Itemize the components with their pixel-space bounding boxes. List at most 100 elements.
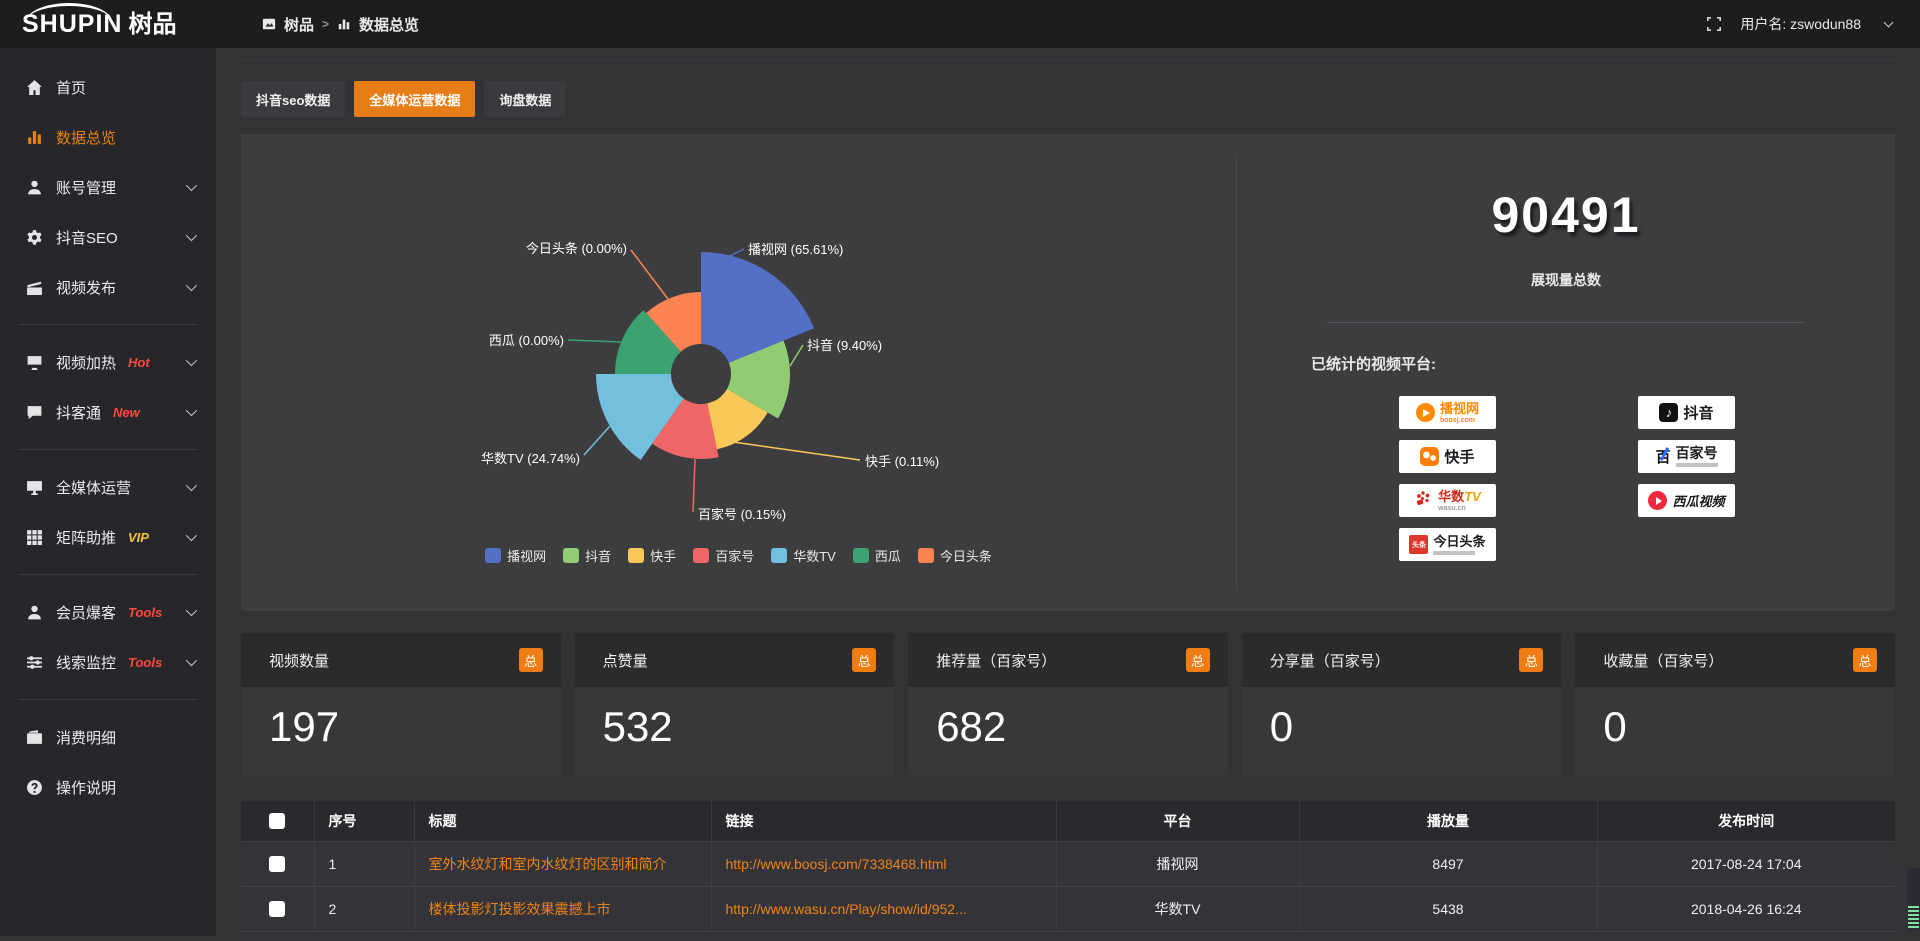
cell-plays: 8497 <box>1299 841 1597 886</box>
legend-swatch <box>853 548 869 563</box>
chevron-down-icon <box>186 355 197 366</box>
platform-name: 华数 <box>1438 490 1464 503</box>
total-badge[interactable]: 总 <box>852 648 876 672</box>
sidebar-item-label: 账号管理 <box>56 177 116 198</box>
tab-douyin-seo-data[interactable]: 抖音seo数据 <box>241 81 345 117</box>
chevron-down-icon <box>186 530 197 541</box>
legend-label: 抖音 <box>585 546 611 565</box>
sidebar: 首页 数据总览 账号管理 抖音SEO 视频发布 视频加热 Hot 抖客通 New… <box>0 48 216 936</box>
row-checkbox[interactable] <box>269 856 285 872</box>
sidebar-item-help[interactable]: 操作说明 <box>0 762 216 812</box>
sidebar-item-video-publish[interactable]: 视频发布 <box>0 262 216 312</box>
sidebar-item-label: 操作说明 <box>56 777 116 798</box>
cell-url-link[interactable]: http://www.wasu.cn/Play/show/id/952... <box>726 901 1042 917</box>
svg-text:抖音 (9.40%): 抖音 (9.40%) <box>807 338 882 353</box>
breadcrumb-root[interactable]: 树品 <box>284 14 314 35</box>
chevron-down-icon <box>186 180 197 191</box>
legend-item[interactable]: 抖音 <box>563 546 611 565</box>
fullscreen-icon[interactable] <box>1706 16 1722 32</box>
legend-swatch <box>771 548 787 563</box>
sidebar-item-consumption[interactable]: 消费明细 <box>0 712 216 762</box>
platform-name-tv: TV <box>1464 490 1481 503</box>
sidebar-item-label: 数据总览 <box>56 127 116 148</box>
sidebar-item-label: 全媒体运营 <box>56 477 131 498</box>
total-badge[interactable]: 总 <box>1853 648 1877 672</box>
legend-item[interactable]: 快手 <box>628 546 676 565</box>
sidebar-item-label: 抖客通 <box>56 402 101 423</box>
card-value: 682 <box>908 687 1228 751</box>
select-all-checkbox[interactable] <box>269 813 285 829</box>
legend-label: 播视网 <box>507 546 546 565</box>
platform-subtext-bar <box>1676 463 1718 467</box>
tab-inquiry-data[interactable]: 询盘数据 <box>484 81 566 117</box>
platform-badges: 播视网boosj.com 快手 华数TV wasu.cn 头条 今日头条 <box>1399 396 1895 561</box>
table-row: 2 楼体投影灯投影效果震撼上市 http://www.wasu.cn/Play/… <box>241 886 1895 931</box>
sidebar-item-member-leads[interactable]: 会员爆客 Tools <box>0 587 216 637</box>
stat-card-favorites: 收藏量（百家号）总 0 <box>1575 633 1895 776</box>
cell-title-link[interactable]: 室外水纹灯和室内水纹灯的区别和简介 <box>429 856 667 872</box>
username-label[interactable]: 用户名: zswodun88 <box>1740 14 1861 34</box>
legend-item[interactable]: 西瓜 <box>853 546 901 565</box>
sidebar-item-home[interactable]: 首页 <box>0 62 216 112</box>
chart-legend: 播视网 抖音 快手 百家号 华数TV 西瓜 今日头条 <box>241 546 1236 565</box>
header-divider <box>241 59 1895 60</box>
svg-text:百家号 (0.15%): 百家号 (0.15%) <box>698 507 786 522</box>
kuaishou-icon <box>1420 447 1439 466</box>
legend-label: 西瓜 <box>875 546 901 565</box>
svg-text:播视网 (65.61%): 播视网 (65.61%) <box>748 242 843 257</box>
cell-time: 2017-08-24 17:04 <box>1597 841 1895 886</box>
card-value: 532 <box>575 687 895 751</box>
platform-badge-kuaishou[interactable]: 快手 <box>1399 440 1496 473</box>
baijiahao-icon: 百 <box>1655 446 1670 467</box>
legend-item[interactable]: 华数TV <box>771 546 836 565</box>
legend-item[interactable]: 今日头条 <box>918 546 992 565</box>
user-icon <box>26 604 43 621</box>
platform-badge-xigua[interactable]: 西瓜视频 <box>1638 484 1735 517</box>
col-header-link: 链接 <box>711 801 1056 841</box>
cell-platform: 华数TV <box>1056 886 1299 931</box>
platform-badge-wasu[interactable]: 华数TV wasu.cn <box>1399 484 1496 517</box>
chevron-down-icon[interactable] <box>1884 18 1894 28</box>
card-title: 点赞量 <box>603 650 648 671</box>
card-value: 0 <box>1575 687 1895 751</box>
tab-omnimedia-data[interactable]: 全媒体运营数据 <box>354 81 475 117</box>
sidebar-item-clue-monitor[interactable]: 线索监控 Tools <box>0 637 216 687</box>
legend-swatch <box>693 548 709 563</box>
chevron-down-icon <box>186 605 197 616</box>
platform-badge-baijiahao[interactable]: 百 百家号 <box>1638 440 1735 473</box>
legend-item[interactable]: 百家号 <box>693 546 754 565</box>
legend-item[interactable]: 播视网 <box>485 546 546 565</box>
brand-icon <box>262 17 276 31</box>
cell-url-link[interactable]: http://www.boosj.com/7338468.html <box>726 856 1042 872</box>
card-title: 推荐量（百家号） <box>936 650 1056 671</box>
sidebar-item-doukewtong[interactable]: 抖客通 New <box>0 387 216 437</box>
sidebar-item-matrix-boost[interactable]: 矩阵助推 VIP <box>0 512 216 562</box>
platform-name: 西瓜视频 <box>1672 491 1724 510</box>
chart-panel: 播视网 (65.61%)抖音 (9.40%)快手 (0.11%)百家号 (0.1… <box>241 134 1895 611</box>
sidebar-divider <box>18 699 198 700</box>
chat-icon <box>26 404 43 421</box>
platform-badge-toutiao[interactable]: 头条 今日头条 <box>1399 528 1496 561</box>
breadcrumb-current[interactable]: 数据总览 <box>359 14 419 35</box>
table-row: 1 室外水纹灯和室内水纹灯的区别和简介 http://www.boosj.com… <box>241 841 1895 886</box>
row-checkbox[interactable] <box>269 901 285 917</box>
user-icon <box>26 179 43 196</box>
legend-swatch <box>563 548 579 563</box>
total-badge[interactable]: 总 <box>519 648 543 672</box>
floating-service-widget[interactable] <box>1907 868 1920 930</box>
cell-title-link[interactable]: 楼体投影灯投影效果震撼上市 <box>429 901 611 917</box>
platform-badge-douyin[interactable]: ♪ 抖音 <box>1638 396 1735 429</box>
sidebar-item-video-heat[interactable]: 视频加热 Hot <box>0 337 216 387</box>
platform-badge-boosj[interactable]: 播视网boosj.com <box>1399 396 1496 429</box>
video-heat-icon <box>26 354 43 371</box>
platform-subtext: wasu.cn <box>1438 505 1466 512</box>
sidebar-item-data-overview[interactable]: 数据总览 <box>0 112 216 162</box>
rose-pie-chart[interactable]: 播视网 (65.61%)抖音 (9.40%)快手 (0.11%)百家号 (0.1… <box>241 134 1236 612</box>
cell-time: 2018-04-26 16:24 <box>1597 886 1895 931</box>
total-badge[interactable]: 总 <box>1186 648 1210 672</box>
sidebar-item-account[interactable]: 账号管理 <box>0 162 216 212</box>
legend-label: 百家号 <box>715 546 754 565</box>
total-badge[interactable]: 总 <box>1519 648 1543 672</box>
sidebar-item-douyin-seo[interactable]: 抖音SEO <box>0 212 216 262</box>
sidebar-item-omnimedia[interactable]: 全媒体运营 <box>0 462 216 512</box>
